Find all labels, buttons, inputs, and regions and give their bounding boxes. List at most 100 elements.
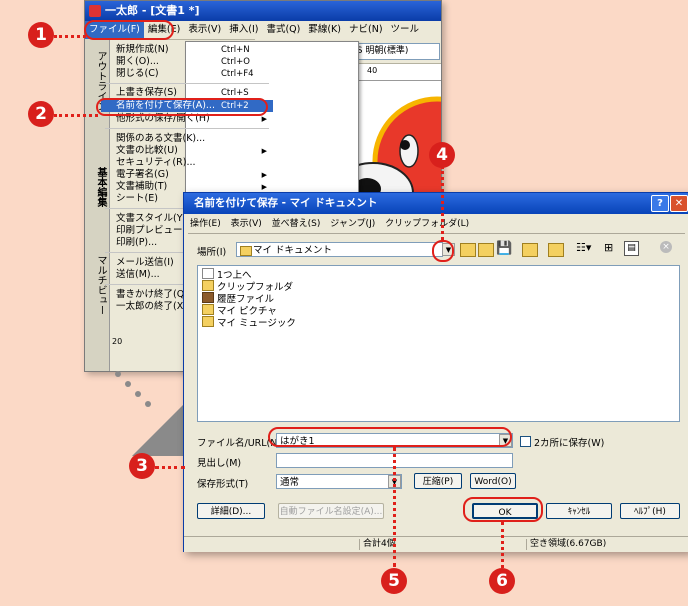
details-button[interactable]: 詳細(D)... [197,503,265,519]
menu-item-close[interactable]: 閉じる(C) Ctrl+F4 [101,68,273,80]
history-folder-icon[interactable] [548,243,564,257]
dialog-menu-sort[interactable]: 並べ替え(S) [272,219,321,229]
submenu-arrow-icon: ▶ [261,171,267,179]
callout-badge-5: 5 [381,568,407,594]
status-total: 合計4個 [359,539,396,550]
list-item[interactable]: 履歴ファイル [202,292,274,305]
clip-folder-icon[interactable] [522,243,538,257]
up-folder-icon [202,268,214,279]
close-icon[interactable]: ✕ [670,195,688,212]
menu-view[interactable]: 表示(V) [184,21,225,39]
app-title-bar: 一太郎 - [文書1 *] [85,1,441,21]
highlight-location-dropdown [432,240,454,262]
callout-badge-1: 1 [28,22,54,48]
preview-pane-icon[interactable]: ▤ [624,241,639,256]
vertical-ruler-mark: 20 [112,337,123,346]
menu-item-label: シート(E) [116,193,158,204]
tree-view-icon[interactable]: ⊞ [604,241,613,254]
save-two-places-label: 2カ所に保存(W) [534,438,605,449]
new-folder-icon[interactable] [478,243,494,257]
leader-line [501,522,504,568]
menu-item-shortcut: Ctrl+F4 [221,69,254,79]
dialog-menu-view[interactable]: 表示(V) [231,219,262,229]
menu-item-label: セキュリティ(R)... [116,157,196,168]
font-select[interactable]: MS 明朝(標準) [345,43,440,60]
history-icon [202,292,214,303]
menu-item-label: 印刷(P)... [116,237,158,248]
menu-item-label: メール送信(I) [116,257,174,268]
callout-badge-2: 2 [28,101,54,127]
view-menu-icon[interactable]: ☷▾ [576,241,591,254]
format-label: 保存形式(T) [197,479,249,490]
list-item[interactable]: マイ ミュージック [202,316,296,329]
menu-item-label: 開く(O)... [116,56,159,67]
folder-up-icon[interactable] [460,243,476,257]
menu-separator [105,83,269,84]
menu-item-label: 送信(M)... [116,269,160,280]
heading-label: 見出し(M) [197,458,242,469]
compress-button[interactable]: 圧縮(P) [414,473,462,489]
dialog-menu-jump[interactable]: ジャンプ(J) [330,219,375,229]
dialog-menu-operation[interactable]: 操作(E) [190,219,221,229]
menu-item-label: 関係のある文書(K)... [116,133,206,144]
dialog-title: 名前を付けて保存 - マイ ドキュメント [194,197,378,209]
menu-separator [105,128,269,129]
delete-icon[interactable]: × [660,241,672,253]
menu-item-security[interactable]: セキュリティ(R)... [101,157,273,169]
location-value: マイ ドキュメント [253,245,333,256]
menu-item-label: 文書スタイル(Y) [116,213,187,224]
ruler-mark-40: 40 [367,66,378,75]
menu-format[interactable]: 書式(Q) [262,21,304,39]
menu-item-label: 閉じる(C) [116,68,159,79]
divider [188,233,685,234]
menu-item-shortcut: Ctrl+N [221,45,250,55]
file-list[interactable]: 1つ上へ クリップフォルダ 履歴ファイル マイ ピクチャ マイ ミュージック [197,265,680,422]
menu-item-label: 新規作成(N) [116,44,169,55]
word-button[interactable]: Word(O) [470,473,516,489]
menu-item-shortcut: Ctrl+O [221,57,250,67]
menu-item-new[interactable]: 新規作成(N) Ctrl+N [101,44,273,56]
menu-insert[interactable]: 挿入(I) [225,21,262,39]
location-select[interactable]: マイ ドキュメント [236,242,443,257]
menu-item-open[interactable]: 開く(O)... Ctrl+O [101,56,273,68]
folder-icon [240,246,252,256]
menu-navi[interactable]: ナビ(N) [345,21,387,39]
leader-line [393,447,396,567]
status-bar: 合計4個 空き領域(6.67GB) [184,536,688,552]
status-free-space: 空き領域(6.67GB) [526,539,606,550]
menu-item-label: 文書補助(T) [116,181,168,192]
menu-item-label: 書きかけ終了(Q) [116,289,188,300]
list-item[interactable]: 1つ上へ [202,268,252,281]
cancel-button[interactable]: ｷｬﾝｾﾙ [546,503,612,519]
dialog-menu-clip-folder[interactable]: クリップフォルダ(L) [385,219,469,229]
callout-badge-6: 6 [489,568,515,594]
folder-icon [202,304,214,315]
help-button[interactable]: ﾍﾙﾌﾟ(H) [620,503,680,519]
menu-tools[interactable]: ツール [387,21,424,39]
highlight-ok [463,497,543,522]
auto-filename-button: 自動ファイル名設定(A)... [278,503,384,519]
format-value: 通常 [280,477,300,488]
highlight-file-menu [84,20,174,40]
leader-line [441,166,444,240]
leader-line [54,114,98,117]
menu-ruled-lines[interactable]: 罫線(K) [304,21,345,39]
list-item[interactable]: クリップフォルダ [202,280,293,293]
menu-item-label: 電子署名(G) [116,169,169,180]
dialog-menu-bar: 操作(E) 表示(V) 並べ替え(S) ジャンプ(J) クリップフォルダ(L) [190,216,476,230]
save-disk-icon[interactable]: 💾 [496,241,512,256]
save-two-places-checkbox[interactable] [520,436,531,447]
list-item-label: マイ ミュージック [217,318,296,329]
list-item[interactable]: マイ ピクチャ [202,304,277,317]
dialog-title-bar: 名前を付けて保存 - マイ ドキュメント ? ✕ [184,193,688,214]
callout-badge-3: 3 [129,453,155,479]
menu-item-compare[interactable]: 文書の比較(U) ▶ [101,145,273,157]
menu-item-related-docs[interactable]: 関係のある文書(K)... [101,133,273,145]
help-icon[interactable]: ? [651,195,669,212]
callout-badge-4: 4 [429,142,455,168]
menu-item-label: 一太郎の終了(X) [116,301,187,312]
folder-icon [202,280,214,291]
menu-item-signature[interactable]: 電子署名(G) ▶ [101,169,273,181]
folder-icon [202,316,214,327]
format-select[interactable]: 通常 [276,474,402,489]
